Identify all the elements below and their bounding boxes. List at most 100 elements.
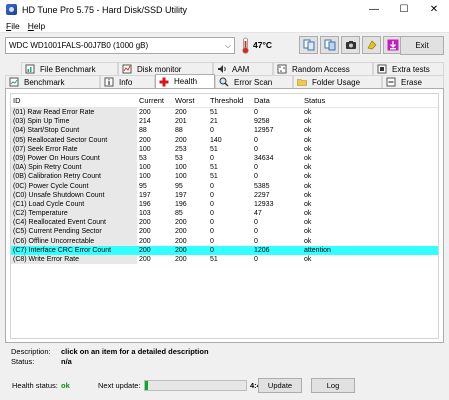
next-update-label: Next update: xyxy=(98,381,141,390)
update-button[interactable]: Update xyxy=(258,378,302,393)
cell-data: 9258 xyxy=(254,118,270,126)
cell-status: ok xyxy=(304,136,312,144)
copy-info-button[interactable] xyxy=(320,36,339,54)
cell-status: ok xyxy=(304,200,312,208)
tab-info[interactable]: Info xyxy=(100,75,155,88)
cell-id: (04) Start/Stop Count xyxy=(11,126,137,136)
col-header-data[interactable]: Data xyxy=(252,96,302,105)
folder-icon xyxy=(297,77,307,87)
disk-monitor-icon xyxy=(122,64,132,74)
table-row[interactable]: (C6) Offline Uncorrectable 200 200 0 0 ok xyxy=(11,236,438,246)
table-row[interactable]: (09) Power On Hours Count 53 53 0 34634 ok xyxy=(11,153,438,164)
health-cross-icon xyxy=(159,77,169,87)
options-button[interactable] xyxy=(362,36,381,54)
description-label: Description: xyxy=(11,346,51,356)
cell-data: 1206 xyxy=(252,245,302,256)
table-row[interactable]: (C7) Interface CRC Error Count 200 200 0 120… xyxy=(11,245,438,256)
tab-aam[interactable]: AAM xyxy=(213,62,273,75)
copy-info-icon xyxy=(324,39,335,51)
cell-worst: 197 xyxy=(175,191,187,199)
tab-folder-usage[interactable]: Folder Usage xyxy=(293,75,382,88)
table-row[interactable]: (C5) Current Pending Sector 200 200 0 0 ok xyxy=(11,227,438,237)
cell-worst: 85 xyxy=(175,210,183,218)
magnifier-icon xyxy=(219,77,229,87)
table-row[interactable]: (0B) Calibration Retry Count 100 100 51 0 ok xyxy=(11,172,438,182)
cell-data: 5385 xyxy=(254,182,270,190)
cell-current: 103 xyxy=(139,210,151,218)
cell-current: 214 xyxy=(139,118,151,126)
tab-extra-tests[interactable]: Extra tests xyxy=(373,62,444,75)
cell-threshold: 0 xyxy=(210,219,214,227)
copy-text-icon xyxy=(303,39,314,51)
cell-status: attention xyxy=(302,245,427,256)
status-bar: Health status: ok Next update: 4:46 Upda… xyxy=(0,376,449,395)
table-row[interactable]: (07) Seek Error Rate 100 253 51 0 ok xyxy=(11,144,438,154)
col-header-current[interactable]: Current xyxy=(137,96,173,105)
window-title: HD Tune Pro 5.75 - Hard Disk/SSD Utility xyxy=(22,4,188,15)
menu-file[interactable]: File xyxy=(2,21,24,31)
cell-threshold: 0 xyxy=(210,210,214,218)
cell-current: 53 xyxy=(139,154,147,162)
cell-current: 200 xyxy=(139,228,151,236)
col-header-status[interactable]: Status xyxy=(302,96,427,105)
cell-threshold: 51 xyxy=(210,164,218,172)
menu-file-label: ile xyxy=(11,20,20,31)
cell-data: 2297 xyxy=(254,191,270,199)
tab-health[interactable]: Health xyxy=(155,74,215,88)
cell-threshold: 0 xyxy=(210,182,214,190)
cell-id: (C1) Load Cycle Count xyxy=(11,199,137,210)
exit-button[interactable]: Exit xyxy=(400,36,444,55)
progress-fill xyxy=(145,381,149,390)
table-row[interactable]: (04) Start/Stop Count 88 88 0 12957 ok xyxy=(11,126,438,136)
tab-benchmark[interactable]: Benchmark xyxy=(5,75,100,88)
tab-label: Benchmark xyxy=(24,77,65,87)
cell-current: 196 xyxy=(139,200,151,208)
table-row[interactable]: (05) Reallocated Sector Count 200 200 140 0 o… xyxy=(11,135,438,145)
table-row[interactable]: (C8) Write Error Rate 200 200 51 0 ok xyxy=(11,255,438,265)
maximize-button[interactable]: ☐ xyxy=(389,0,419,19)
window-controls: — ☐ ✕ xyxy=(359,0,449,19)
menu-help[interactable]: Help xyxy=(24,21,49,31)
screenshot-button[interactable] xyxy=(341,36,360,54)
col-header-worst[interactable]: Worst xyxy=(173,96,208,105)
tab-file-benchmark[interactable]: File Benchmark xyxy=(21,62,118,75)
table-row[interactable]: (C1) Load Cycle Count 196 196 0 12933 ok xyxy=(11,199,438,210)
table-row[interactable]: (C0) Unsafe Shutdown Count 197 197 0 2297 ok xyxy=(11,190,438,200)
col-header-id[interactable]: ID xyxy=(11,96,137,105)
cell-status: ok xyxy=(304,145,312,153)
minimize-button[interactable]: — xyxy=(359,0,389,19)
file-benchmark-icon xyxy=(25,64,35,74)
menu-help-label: elp xyxy=(33,20,46,31)
log-button[interactable]: Log xyxy=(311,378,355,393)
tab-label: Disk monitor xyxy=(137,64,182,74)
speaker-icon xyxy=(217,64,227,74)
table-row[interactable]: (03) Spin Up Time 214 201 21 9258 ok xyxy=(11,117,438,127)
cell-id: (0A) Spin Retry Count xyxy=(11,163,137,173)
table-row[interactable]: (C4) Reallocated Event Count 200 200 0 0 ok xyxy=(11,218,438,228)
tab-error-scan[interactable]: Error Scan xyxy=(215,75,293,88)
table-row[interactable]: (01) Raw Read Error Rate 200 200 51 0 ok xyxy=(11,108,438,118)
cell-current: 197 xyxy=(139,191,151,199)
cell-current: 95 xyxy=(139,182,147,190)
tab-erase[interactable]: Erase xyxy=(382,75,444,88)
drive-select[interactable]: WDC WD1001FALS-00J7B0 (1000 gB) ⌵ xyxy=(5,37,235,54)
table-row[interactable]: (0C) Power Cycle Count 95 95 0 5385 ok xyxy=(11,181,438,191)
cell-worst: 201 xyxy=(175,118,187,126)
col-header-threshold[interactable]: Threshold xyxy=(208,96,252,105)
cell-id: (07) Seek Error Rate xyxy=(11,144,137,154)
cell-id: (C7) Interface CRC Error Count xyxy=(11,245,137,256)
copy-text-button[interactable] xyxy=(299,36,318,54)
table-row[interactable]: (0A) Spin Retry Count 100 100 51 0 ok xyxy=(11,163,438,173)
cell-status: ok xyxy=(304,191,312,199)
options-icon xyxy=(367,40,376,50)
cell-id: (C2) Temperature xyxy=(11,209,137,219)
cell-id: (0C) Power Cycle Count xyxy=(11,181,137,191)
cell-status: ok xyxy=(304,164,312,172)
cell-threshold: 0 xyxy=(210,127,214,135)
table-row[interactable]: (C2) Temperature 103 85 0 47 ok xyxy=(11,209,438,219)
cell-id: (09) Power On Hours Count xyxy=(11,153,137,164)
close-button[interactable]: ✕ xyxy=(419,0,449,19)
cell-id: (C6) Offline Uncorrectable xyxy=(11,236,137,246)
info-icon xyxy=(104,77,114,87)
tab-random-access[interactable]: Random Access xyxy=(273,62,373,75)
